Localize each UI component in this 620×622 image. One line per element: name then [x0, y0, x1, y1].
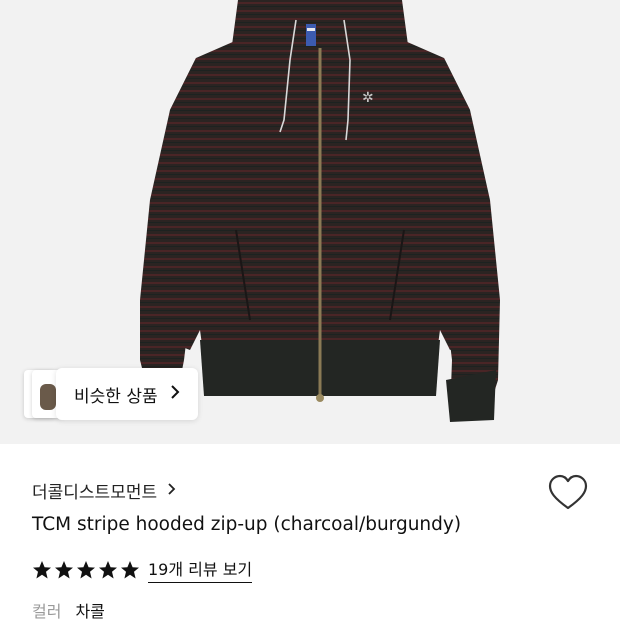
similar-products-button[interactable]: 비슷한 상품	[56, 368, 198, 420]
star-icon	[33, 560, 51, 578]
svg-text:✲: ✲	[362, 90, 374, 106]
option-value: 차콜	[75, 602, 105, 621]
chevron-right-icon	[167, 482, 176, 500]
like-button[interactable]	[548, 474, 588, 514]
chevron-right-icon	[170, 384, 180, 404]
star-icon	[77, 560, 95, 578]
product-title: TCM stripe hooded zip-up (charcoal/burgu…	[32, 514, 462, 535]
similar-products-label: 비슷한 상품	[74, 386, 158, 407]
star-icon	[99, 560, 117, 578]
option-label: 컬러	[32, 602, 62, 621]
color-option: 컬러 차콜	[32, 598, 105, 622]
heart-outline-icon	[548, 474, 588, 510]
brand-link[interactable]: 더콜디스트모먼트	[32, 478, 176, 503]
rating-row: 19개 리뷰 보기	[32, 556, 253, 583]
brand-name: 더콜디스트모먼트	[32, 483, 158, 503]
star-icon	[121, 560, 139, 578]
star-rating	[32, 560, 140, 580]
review-link[interactable]: 19개 리뷰 보기	[148, 556, 253, 583]
star-icon	[55, 560, 73, 578]
